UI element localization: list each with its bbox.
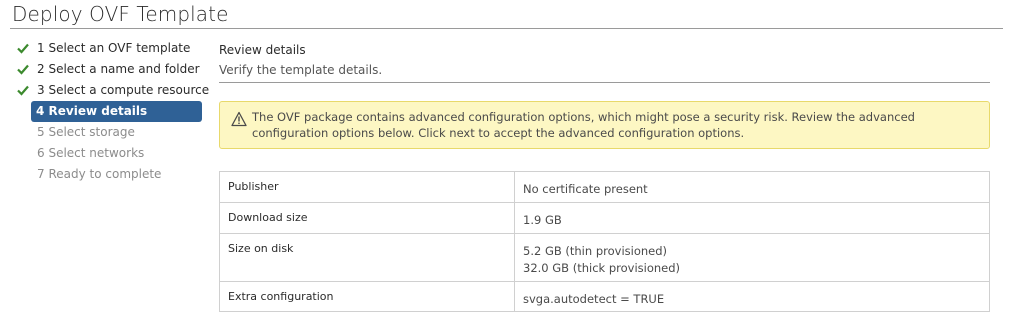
table-row: Publisher No certificate present <box>219 171 990 203</box>
detail-value: 5.2 GB (thin provisioned) 32.0 GB (thick… <box>514 233 990 282</box>
detail-key: Extra configuration <box>219 281 515 312</box>
page-subtitle: Verify the template details. <box>219 63 383 77</box>
checkmark-icon <box>17 85 29 96</box>
step-select-storage: 5 Select storage <box>12 122 204 143</box>
step-select-name-folder[interactable]: 2 Select a name and folder <box>12 59 204 80</box>
detail-value-line: 1.9 GB <box>523 213 562 227</box>
main-panel: Review details Verify the template detai… <box>219 40 990 312</box>
step-select-networks: 6 Select networks <box>12 143 204 164</box>
detail-value-line: No certificate present <box>523 182 648 196</box>
step-ready-to-complete: 7 Ready to complete <box>12 164 204 185</box>
detail-key: Publisher <box>219 171 515 203</box>
warning-message: The OVF package contains advanced config… <box>252 110 915 140</box>
dialog-title: Deploy OVF Template <box>12 2 229 26</box>
table-row: Extra configuration svga.autodetect = TR… <box>219 281 990 312</box>
detail-value: No certificate present <box>514 171 990 203</box>
checkmark-icon <box>17 43 29 54</box>
warning-alert: The OVF package contains advanced config… <box>219 101 990 149</box>
warning-triangle-icon <box>231 111 247 127</box>
step-label: 7 Ready to complete <box>37 167 162 181</box>
content-divider <box>219 82 990 83</box>
detail-key: Download size <box>219 202 515 234</box>
step-label: 3 Select a compute resource <box>37 83 210 97</box>
checkmark-icon <box>17 64 29 75</box>
step-label: 5 Select storage <box>37 125 135 139</box>
details-table: Publisher No certificate present Downloa… <box>219 171 990 312</box>
wizard-steps: 1 Select an OVF template 2 Select a name… <box>12 38 209 185</box>
step-review-details[interactable]: 4 Review details <box>31 101 202 122</box>
detail-value-line: svga.autodetect = TRUE <box>523 292 665 306</box>
step-label: 6 Select networks <box>37 146 145 160</box>
table-row: Size on disk 5.2 GB (thin provisioned) 3… <box>219 233 990 282</box>
step-label: 2 Select a name and folder <box>37 62 200 76</box>
detail-value-line: 32.0 GB (thick provisioned) <box>523 261 681 275</box>
page-title: Review details <box>219 43 306 57</box>
step-label: 4 Review details <box>36 104 148 118</box>
step-label: 1 Select an OVF template <box>37 41 191 55</box>
step-select-compute-resource[interactable]: 3 Select a compute resource <box>12 80 209 101</box>
detail-value: svga.autodetect = TRUE <box>514 281 990 312</box>
step-select-ovf-template[interactable]: 1 Select an OVF template <box>12 38 204 59</box>
title-divider <box>10 28 1003 29</box>
table-row: Download size 1.9 GB <box>219 202 990 234</box>
detail-key: Size on disk <box>219 233 515 282</box>
detail-value-line: 5.2 GB (thin provisioned) <box>523 244 668 258</box>
detail-value: 1.9 GB <box>514 202 990 234</box>
